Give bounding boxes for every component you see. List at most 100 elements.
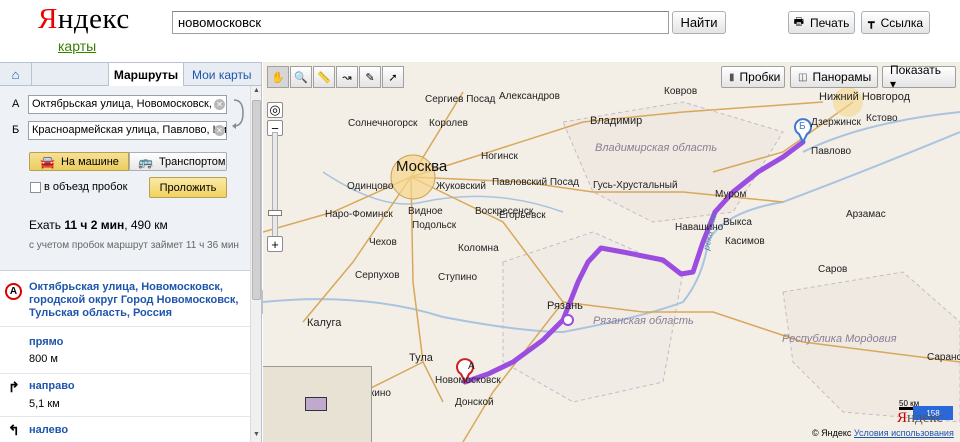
- clear-a-icon[interactable]: ✕: [214, 99, 225, 110]
- city-gus[interactable]: Гусь-Хрустальный: [593, 180, 678, 191]
- swap-points-icon[interactable]: [231, 97, 245, 130]
- city-egorievsk[interactable]: Егорьевск: [499, 210, 546, 221]
- city-vidnoe[interactable]: Видное: [408, 206, 443, 217]
- panorama-label: Панорамы: [812, 70, 872, 84]
- summary-prefix: Ехать: [29, 218, 65, 232]
- traffic-button[interactable]: ▮ Пробки: [721, 66, 785, 88]
- watermark-rest: ндекс: [907, 410, 943, 426]
- city-naro[interactable]: Наро-Фоминск: [325, 209, 393, 220]
- hand-tool-icon[interactable]: ✋: [267, 66, 289, 88]
- mode-transit-button[interactable]: 🚌 Транспортом: [129, 152, 227, 171]
- avoid-traffic-checkbox[interactable]: [30, 182, 41, 193]
- city-murom[interactable]: Муром: [715, 189, 746, 200]
- panel-scrollbar[interactable]: ▲ ▼: [250, 86, 261, 442]
- city-kstovo[interactable]: Кстово: [866, 113, 898, 124]
- mode-transit-label: Транспортом: [158, 155, 226, 168]
- city-kovrov[interactable]: Ковров: [664, 86, 697, 97]
- city-arzamas[interactable]: Арзамас: [846, 209, 886, 220]
- city-kolomna[interactable]: Коломна: [458, 243, 499, 254]
- city-dzerzhinsk[interactable]: Дзержинск: [811, 117, 861, 128]
- city-sarov[interactable]: Саров: [818, 264, 847, 275]
- point-b-input[interactable]: Красноармейская улица, Павлово, Ни: [28, 121, 227, 140]
- point-a-input[interactable]: Октябрьская улица, Новомосковск, го: [28, 95, 227, 114]
- step-straight[interactable]: прямо: [29, 336, 63, 348]
- find-button[interactable]: Найти: [672, 11, 726, 34]
- step-divider: [0, 373, 250, 374]
- yandex-logo[interactable]: Яндекс: [38, 3, 130, 36]
- route-tool-icon[interactable]: ↝: [336, 66, 358, 88]
- city-korolev[interactable]: Королев: [429, 118, 468, 129]
- link-label: Ссылка: [880, 15, 924, 30]
- point-a-label: А: [12, 98, 20, 110]
- tab-my-maps[interactable]: Мои карты: [192, 63, 252, 86]
- logo-maps-link[interactable]: карты: [58, 38, 96, 54]
- start-address-link[interactable]: Октябрьская улица, Новомосковск, городск…: [29, 281, 244, 320]
- city-podolsk[interactable]: Подольск: [412, 220, 456, 231]
- city-pavlovo[interactable]: Павлово: [811, 146, 851, 157]
- link-button[interactable]: ┳ Ссылка: [861, 11, 930, 34]
- zoom-in-icon[interactable]: +: [267, 236, 283, 252]
- city-vladimir[interactable]: Владимир: [590, 115, 642, 127]
- overview-minimap[interactable]: [263, 366, 372, 442]
- city-nizhny[interactable]: Нижний Новгород: [819, 91, 910, 103]
- scroll-thumb[interactable]: [252, 100, 261, 300]
- region-mordovia: Республика Мордовия: [782, 333, 897, 345]
- city-noginsk[interactable]: Ногинск: [481, 151, 518, 162]
- tab-routes[interactable]: Маршруты: [108, 63, 184, 87]
- yandex-watermark: Яндекс: [897, 410, 943, 426]
- city-ryazan[interactable]: Рязань: [547, 300, 583, 312]
- yandex-maps-window: Яндекс карты Найти 🖶 Печать ┳ Ссылка ⌂ М…: [0, 0, 960, 442]
- step-left[interactable]: налево: [29, 424, 68, 436]
- city-odintsovo[interactable]: Одинцово: [347, 181, 393, 192]
- panorama-button[interactable]: ◫ Панорамы: [790, 66, 878, 88]
- summary-distance: , 490 км: [124, 218, 168, 232]
- scroll-up-icon[interactable]: ▲: [252, 87, 261, 97]
- step-right[interactable]: направо: [29, 380, 75, 392]
- city-chekhov[interactable]: Чехов: [369, 237, 397, 248]
- cursor-tool-icon[interactable]: ➚: [382, 66, 404, 88]
- city-kasimov[interactable]: Касимов: [725, 236, 765, 247]
- car-icon: 🚘: [40, 154, 55, 169]
- panel-tabs: ⌂ Маршруты Мои карты: [0, 62, 261, 87]
- terms-link[interactable]: Условия использования: [854, 428, 954, 438]
- map-view[interactable]: A Б Москва Рязань Тула Калуга Владимир Н…: [263, 62, 960, 442]
- step-distance: 800 м: [29, 353, 58, 365]
- search-input[interactable]: [172, 11, 669, 34]
- city-novomoskovsk[interactable]: Новомосковск: [435, 375, 501, 386]
- city-moscow[interactable]: Москва: [396, 158, 447, 175]
- city-vyksa[interactable]: Выкса: [723, 217, 752, 228]
- build-route-button[interactable]: Проложить: [149, 177, 227, 198]
- compass-icon[interactable]: ◎: [267, 102, 283, 118]
- pin-icon: ┳: [867, 17, 875, 29]
- city-pavlovsky-posad[interactable]: Павловский Посад: [492, 177, 579, 188]
- mode-car-button[interactable]: 🚘 На машине: [29, 152, 129, 171]
- clear-b-icon[interactable]: ✕: [214, 125, 225, 136]
- home-tab[interactable]: ⌂: [0, 63, 32, 86]
- city-serpukhov[interactable]: Серпухов: [355, 270, 400, 281]
- comment-tool-icon[interactable]: ✎: [359, 66, 381, 88]
- route-start-marker-label[interactable]: A: [468, 361, 475, 372]
- traffic-light-icon: ▮: [729, 71, 735, 83]
- ruler-tool-icon[interactable]: 📏: [313, 66, 335, 88]
- city-saransk[interactable]: Саранск: [927, 352, 960, 363]
- city-donskoy[interactable]: Донской: [455, 397, 494, 408]
- route-end-marker-label[interactable]: Б: [799, 121, 806, 132]
- magnifier-tool-icon[interactable]: 🔍: [290, 66, 312, 88]
- city-tula[interactable]: Тула: [409, 352, 433, 364]
- summary-time: 11 ч 2 мин: [64, 218, 125, 232]
- turn-left-icon: ↰: [8, 422, 20, 438]
- traffic-label: Пробки: [739, 70, 781, 84]
- show-layers-button[interactable]: Показать ▾: [882, 63, 956, 91]
- minimap-viewport[interactable]: [305, 397, 327, 411]
- print-button[interactable]: 🖶 Печать: [788, 11, 855, 34]
- zoom-handle[interactable]: [268, 210, 282, 216]
- scroll-down-icon[interactable]: ▼: [252, 431, 261, 441]
- city-kaluga[interactable]: Калуга: [307, 317, 341, 329]
- city-sergiev[interactable]: Сергиев Посад: [425, 94, 495, 105]
- zoom-slider[interactable]: [272, 132, 278, 244]
- city-aleksandrov[interactable]: Александров: [499, 91, 560, 102]
- city-solnechnogorsk[interactable]: Солнечногорск: [348, 118, 417, 129]
- map-toolbar: ✋ 🔍 📏 ↝ ✎ ➚: [267, 66, 405, 88]
- city-stupino[interactable]: Ступино: [438, 272, 477, 283]
- city-zhukovsky[interactable]: Жуковский: [436, 181, 486, 192]
